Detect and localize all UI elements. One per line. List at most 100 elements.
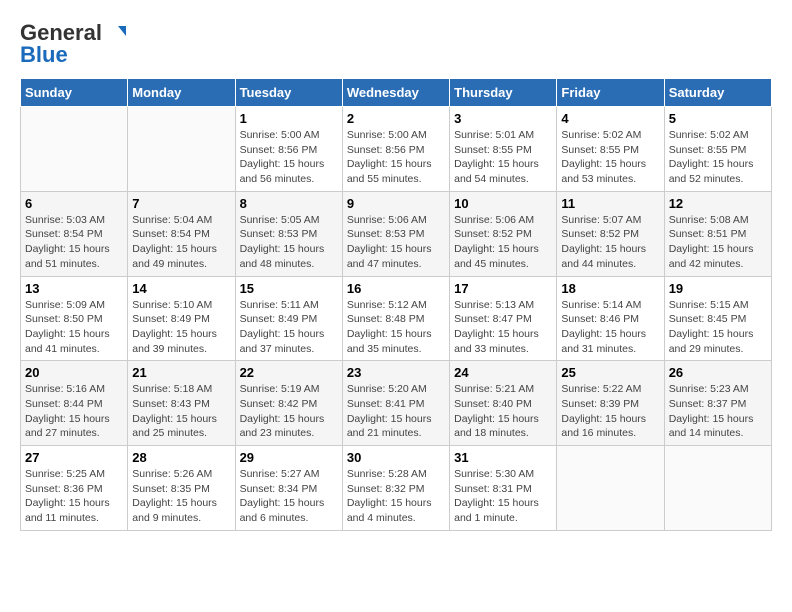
day-number: 6 <box>25 196 123 211</box>
calendar-cell: 14 Sunrise: 5:10 AM Sunset: 8:49 PM Dayli… <box>128 276 235 361</box>
day-number: 21 <box>132 365 230 380</box>
day-info: Sunrise: 5:22 AM Sunset: 8:39 PM Dayligh… <box>561 382 659 441</box>
calendar-cell: 7 Sunrise: 5:04 AM Sunset: 8:54 PM Daylig… <box>128 191 235 276</box>
day-number: 14 <box>132 281 230 296</box>
day-info: Sunrise: 5:12 AM Sunset: 8:48 PM Dayligh… <box>347 298 445 357</box>
day-number: 24 <box>454 365 552 380</box>
day-info: Sunrise: 5:16 AM Sunset: 8:44 PM Dayligh… <box>25 382 123 441</box>
day-info: Sunrise: 5:00 AM Sunset: 8:56 PM Dayligh… <box>240 128 338 187</box>
calendar-table: SundayMondayTuesdayWednesdayThursdayFrid… <box>20 78 772 531</box>
day-number: 23 <box>347 365 445 380</box>
calendar-cell <box>21 107 128 192</box>
day-number: 19 <box>669 281 767 296</box>
day-number: 30 <box>347 450 445 465</box>
day-info: Sunrise: 5:20 AM Sunset: 8:41 PM Dayligh… <box>347 382 445 441</box>
calendar-cell: 15 Sunrise: 5:11 AM Sunset: 8:49 PM Dayli… <box>235 276 342 361</box>
weekday-header: Friday <box>557 79 664 107</box>
day-info: Sunrise: 5:26 AM Sunset: 8:35 PM Dayligh… <box>132 467 230 526</box>
day-number: 9 <box>347 196 445 211</box>
calendar-cell: 2Sunrise: 5:00 AM Sunset: 8:56 PM Daylig… <box>342 107 449 192</box>
day-number: 16 <box>347 281 445 296</box>
day-info: Sunrise: 5:04 AM Sunset: 8:54 PM Dayligh… <box>132 213 230 272</box>
calendar-cell: 31Sunrise: 5:30 AM Sunset: 8:31 PM Dayli… <box>450 446 557 531</box>
calendar-cell: 11Sunrise: 5:07 AM Sunset: 8:52 PM Dayli… <box>557 191 664 276</box>
calendar-cell: 17 Sunrise: 5:13 AM Sunset: 8:47 PM Dayli… <box>450 276 557 361</box>
day-number: 28 <box>132 450 230 465</box>
day-number: 13 <box>25 281 123 296</box>
calendar-cell: 3 Sunrise: 5:01 AM Sunset: 8:55 PM Daylig… <box>450 107 557 192</box>
day-info: Sunrise: 5:21 AM Sunset: 8:40 PM Dayligh… <box>454 382 552 441</box>
logo-blue-text: Blue <box>20 42 68 68</box>
day-number: 10 <box>454 196 552 211</box>
calendar-cell <box>557 446 664 531</box>
calendar-cell: 28 Sunrise: 5:26 AM Sunset: 8:35 PM Dayli… <box>128 446 235 531</box>
day-number: 29 <box>240 450 338 465</box>
calendar-cell: 9 Sunrise: 5:06 AM Sunset: 8:53 PM Daylig… <box>342 191 449 276</box>
day-info: Sunrise: 5:25 AM Sunset: 8:36 PM Dayligh… <box>25 467 123 526</box>
day-number: 17 <box>454 281 552 296</box>
day-info: Sunrise: 5:02 AM Sunset: 8:55 PM Dayligh… <box>669 128 767 187</box>
day-info: Sunrise: 5:01 AM Sunset: 8:55 PM Dayligh… <box>454 128 552 187</box>
day-info: Sunrise: 5:18 AM Sunset: 8:43 PM Dayligh… <box>132 382 230 441</box>
day-info: Sunrise: 5:23 AM Sunset: 8:37 PM Dayligh… <box>669 382 767 441</box>
weekday-header: Monday <box>128 79 235 107</box>
day-number: 1 <box>240 111 338 126</box>
calendar-cell: 23 Sunrise: 5:20 AM Sunset: 8:41 PM Dayli… <box>342 361 449 446</box>
calendar-cell: 5Sunrise: 5:02 AM Sunset: 8:55 PM Daylig… <box>664 107 771 192</box>
calendar-cell: 27 Sunrise: 5:25 AM Sunset: 8:36 PM Dayli… <box>21 446 128 531</box>
day-info: Sunrise: 5:09 AM Sunset: 8:50 PM Dayligh… <box>25 298 123 357</box>
day-info: Sunrise: 5:14 AM Sunset: 8:46 PM Dayligh… <box>561 298 659 357</box>
day-info: Sunrise: 5:07 AM Sunset: 8:52 PM Dayligh… <box>561 213 659 272</box>
day-info: Sunrise: 5:19 AM Sunset: 8:42 PM Dayligh… <box>240 382 338 441</box>
calendar-week-row: 20Sunrise: 5:16 AM Sunset: 8:44 PM Dayli… <box>21 361 772 446</box>
calendar-cell: 25 Sunrise: 5:22 AM Sunset: 8:39 PM Dayli… <box>557 361 664 446</box>
day-info: Sunrise: 5:03 AM Sunset: 8:54 PM Dayligh… <box>25 213 123 272</box>
day-number: 4 <box>561 111 659 126</box>
day-number: 8 <box>240 196 338 211</box>
day-number: 18 <box>561 281 659 296</box>
calendar-week-row: 1 Sunrise: 5:00 AM Sunset: 8:56 PM Daylig… <box>21 107 772 192</box>
calendar-cell: 20Sunrise: 5:16 AM Sunset: 8:44 PM Dayli… <box>21 361 128 446</box>
day-info: Sunrise: 5:28 AM Sunset: 8:32 PM Dayligh… <box>347 467 445 526</box>
calendar-body: 1 Sunrise: 5:00 AM Sunset: 8:56 PM Daylig… <box>21 107 772 531</box>
calendar-cell <box>128 107 235 192</box>
day-number: 31 <box>454 450 552 465</box>
day-number: 12 <box>669 196 767 211</box>
day-info: Sunrise: 5:11 AM Sunset: 8:49 PM Dayligh… <box>240 298 338 357</box>
weekday-header: Saturday <box>664 79 771 107</box>
calendar-cell: 24 Sunrise: 5:21 AM Sunset: 8:40 PM Dayli… <box>450 361 557 446</box>
calendar-week-row: 13 Sunrise: 5:09 AM Sunset: 8:50 PM Dayli… <box>21 276 772 361</box>
day-info: Sunrise: 5:13 AM Sunset: 8:47 PM Dayligh… <box>454 298 552 357</box>
day-info: Sunrise: 5:27 AM Sunset: 8:34 PM Dayligh… <box>240 467 338 526</box>
day-number: 7 <box>132 196 230 211</box>
weekday-header: Sunday <box>21 79 128 107</box>
day-number: 26 <box>669 365 767 380</box>
calendar-cell: 8Sunrise: 5:05 AM Sunset: 8:53 PM Daylig… <box>235 191 342 276</box>
day-info: Sunrise: 5:06 AM Sunset: 8:53 PM Dayligh… <box>347 213 445 272</box>
calendar-cell: 29 Sunrise: 5:27 AM Sunset: 8:34 PM Dayli… <box>235 446 342 531</box>
day-number: 27 <box>25 450 123 465</box>
day-info: Sunrise: 5:06 AM Sunset: 8:52 PM Dayligh… <box>454 213 552 272</box>
day-info: Sunrise: 5:15 AM Sunset: 8:45 PM Dayligh… <box>669 298 767 357</box>
calendar-cell: 22 Sunrise: 5:19 AM Sunset: 8:42 PM Dayli… <box>235 361 342 446</box>
day-info: Sunrise: 5:08 AM Sunset: 8:51 PM Dayligh… <box>669 213 767 272</box>
day-info: Sunrise: 5:10 AM Sunset: 8:49 PM Dayligh… <box>132 298 230 357</box>
weekday-header: Wednesday <box>342 79 449 107</box>
day-number: 15 <box>240 281 338 296</box>
day-info: Sunrise: 5:02 AM Sunset: 8:55 PM Dayligh… <box>561 128 659 187</box>
calendar-week-row: 6 Sunrise: 5:03 AM Sunset: 8:54 PM Daylig… <box>21 191 772 276</box>
calendar-cell: 16 Sunrise: 5:12 AM Sunset: 8:48 PM Dayli… <box>342 276 449 361</box>
calendar-cell <box>664 446 771 531</box>
logo: General Blue <box>20 20 126 68</box>
calendar-cell: 18 Sunrise: 5:14 AM Sunset: 8:46 PM Dayli… <box>557 276 664 361</box>
day-number: 22 <box>240 365 338 380</box>
day-number: 3 <box>454 111 552 126</box>
calendar-header: SundayMondayTuesdayWednesdayThursdayFrid… <box>21 79 772 107</box>
calendar-cell: 21 Sunrise: 5:18 AM Sunset: 8:43 PM Dayli… <box>128 361 235 446</box>
weekday-header: Thursday <box>450 79 557 107</box>
day-number: 25 <box>561 365 659 380</box>
calendar-week-row: 27 Sunrise: 5:25 AM Sunset: 8:36 PM Dayli… <box>21 446 772 531</box>
calendar-cell: 1 Sunrise: 5:00 AM Sunset: 8:56 PM Daylig… <box>235 107 342 192</box>
calendar-cell: 10 Sunrise: 5:06 AM Sunset: 8:52 PM Dayli… <box>450 191 557 276</box>
calendar-cell: 4 Sunrise: 5:02 AM Sunset: 8:55 PM Daylig… <box>557 107 664 192</box>
